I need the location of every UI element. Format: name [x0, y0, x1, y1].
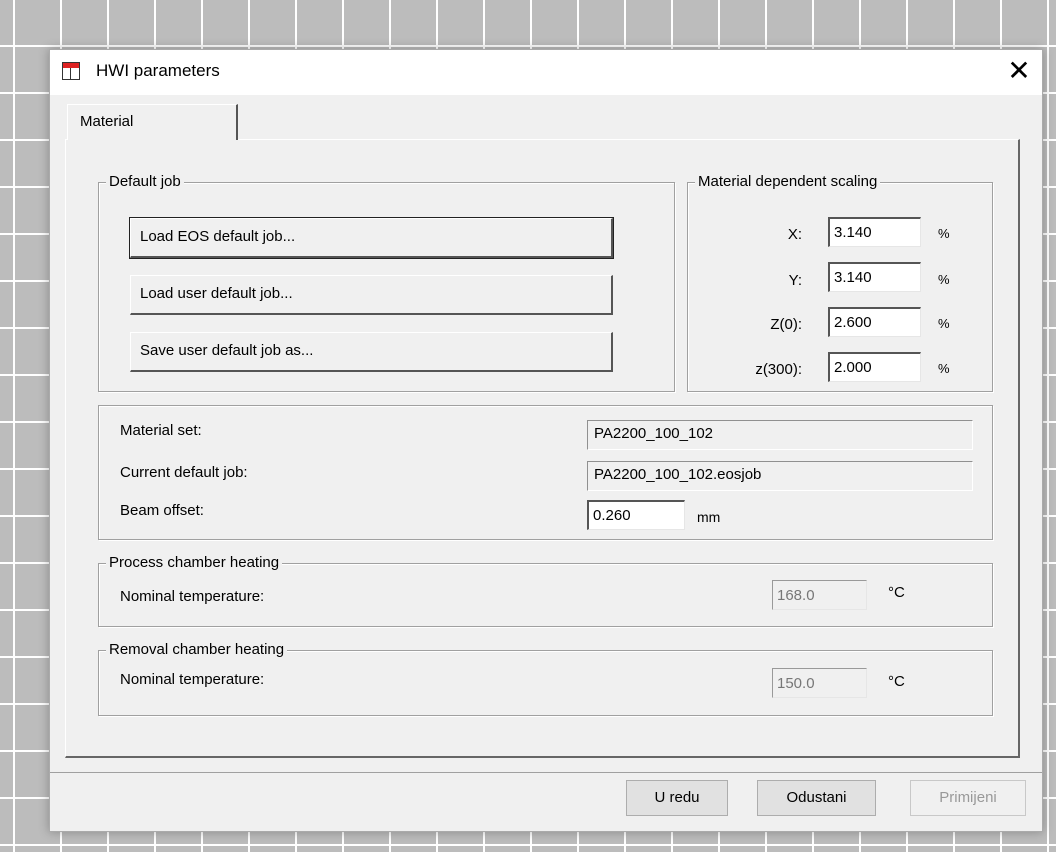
- process-chamber-heating-group: Process chamber heating Nominal temperat…: [98, 553, 993, 627]
- beam-offset-unit: mm: [697, 509, 721, 525]
- hwi-parameters-dialog: HWI parameters ✕ Material Default job Lo…: [49, 49, 1043, 832]
- close-button[interactable]: ✕: [996, 50, 1042, 95]
- ok-button[interactable]: U redu: [626, 780, 728, 816]
- current-default-job-label: Current default job:: [120, 464, 248, 481]
- material-set-label: Material set:: [120, 422, 202, 439]
- removal-temperature-unit: °C: [888, 673, 905, 690]
- tab-material[interactable]: Material: [67, 104, 238, 140]
- title-bar: HWI parameters ✕: [50, 50, 1042, 95]
- default-job-legend: Default job: [106, 172, 184, 192]
- scaling-z0-label: Z(0):: [770, 316, 802, 333]
- material-info-group: Material set: PA2200_100_102 Current def…: [98, 405, 993, 540]
- scaling-z300-input[interactable]: [828, 352, 921, 382]
- removal-nominal-temperature-input[interactable]: [772, 668, 867, 698]
- process-nominal-temperature-label: Nominal temperature:: [120, 588, 265, 605]
- beam-offset-input[interactable]: [587, 500, 685, 530]
- scaling-y-label: Y:: [788, 272, 802, 289]
- close-icon: ✕: [1007, 55, 1031, 86]
- scaling-y-unit: %: [938, 272, 950, 287]
- scaling-y-input[interactable]: [828, 262, 921, 292]
- footer-separator: [50, 772, 1042, 773]
- material-scaling-legend: Material dependent scaling: [695, 172, 881, 192]
- apply-button[interactable]: Primijeni: [910, 780, 1026, 816]
- scaling-z300-unit: %: [938, 361, 950, 376]
- process-nominal-temperature-input[interactable]: [772, 580, 867, 610]
- tab-panel-material: Default job Load EOS default job... Load…: [65, 139, 1020, 758]
- process-temperature-unit: °C: [888, 584, 905, 601]
- save-user-default-job-as-button[interactable]: Save user default job as...: [130, 332, 613, 372]
- scaling-x-label: X:: [787, 226, 802, 243]
- removal-chamber-heating-group: Removal chamber heating Nominal temperat…: [98, 640, 993, 716]
- scaling-x-unit: %: [938, 226, 950, 241]
- beam-offset-label: Beam offset:: [120, 502, 204, 519]
- app-icon: [62, 62, 80, 80]
- scaling-z0-input[interactable]: [828, 307, 921, 337]
- cancel-button[interactable]: Odustani: [757, 780, 876, 816]
- default-job-group: Default job Load EOS default job... Load…: [98, 172, 675, 392]
- window-title: HWI parameters: [96, 61, 220, 80]
- tab-material-label: Material: [80, 113, 134, 130]
- load-user-default-job-button[interactable]: Load user default job...: [130, 275, 613, 315]
- scaling-z300-label: z(300):: [755, 361, 802, 378]
- current-default-job-value: PA2200_100_102.eosjob: [587, 461, 973, 491]
- removal-nominal-temperature-label: Nominal temperature:: [120, 671, 265, 688]
- material-scaling-group: Material dependent scaling X: % Y: % Z(0…: [687, 172, 993, 392]
- scaling-x-input[interactable]: [828, 217, 921, 247]
- material-set-value: PA2200_100_102: [587, 420, 973, 450]
- load-eos-default-job-button[interactable]: Load EOS default job...: [129, 217, 614, 259]
- removal-chamber-heating-legend: Removal chamber heating: [106, 640, 288, 660]
- process-chamber-heating-legend: Process chamber heating: [106, 553, 283, 573]
- scaling-z0-unit: %: [938, 316, 950, 331]
